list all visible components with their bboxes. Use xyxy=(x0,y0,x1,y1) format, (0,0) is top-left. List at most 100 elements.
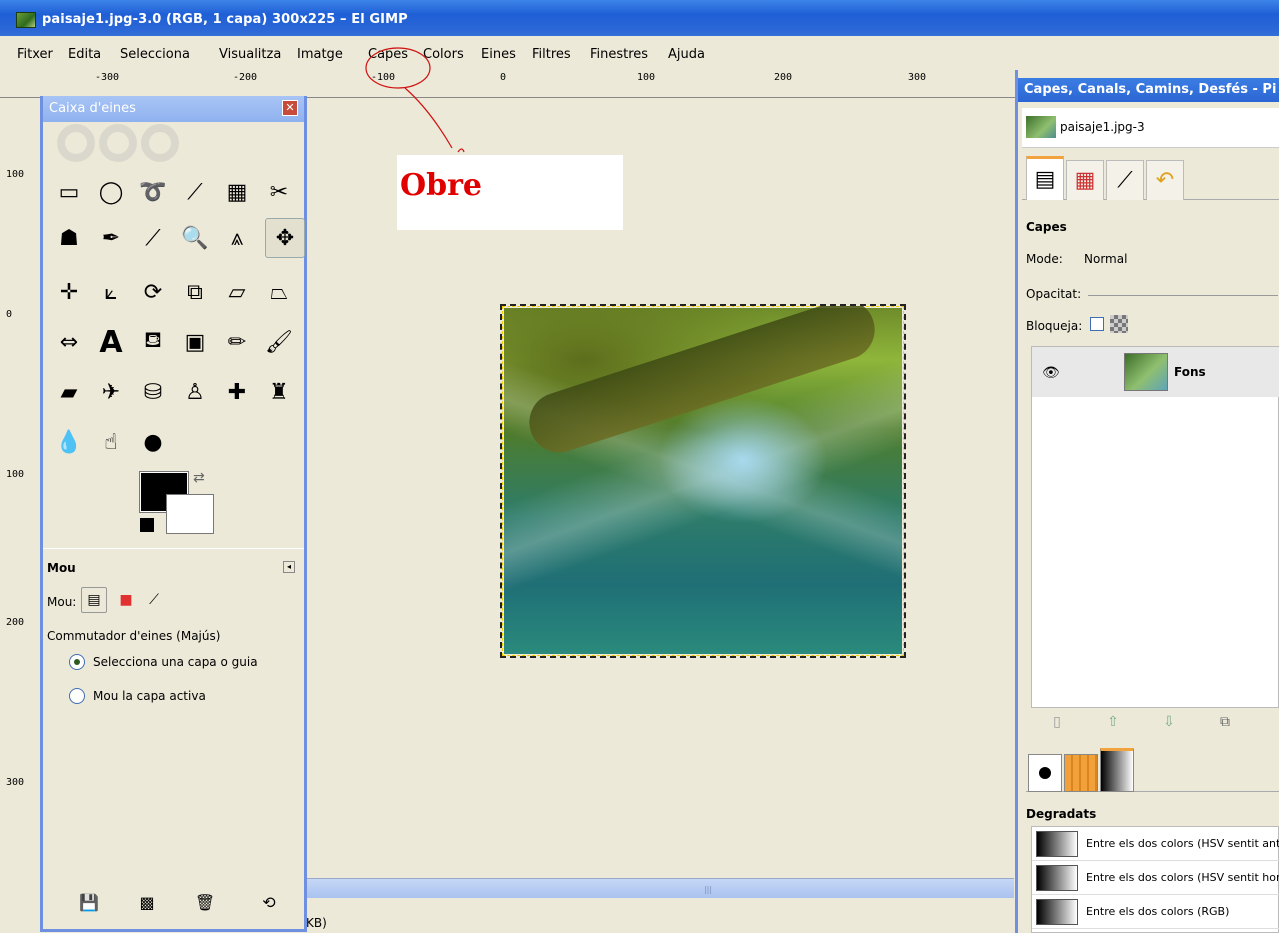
tab-brushes[interactable] xyxy=(1028,754,1062,792)
crop-icon[interactable]: ⟀ xyxy=(91,272,131,312)
flip-icon[interactable]: ⇔ xyxy=(49,322,89,362)
pencil-icon[interactable]: ✏ xyxy=(217,322,257,362)
color-picker-icon[interactable]: ⟋ xyxy=(133,218,173,258)
ruler-label: 300 xyxy=(908,72,927,83)
paths-icon[interactable]: ✒ xyxy=(91,218,131,258)
menu-finestres[interactable]: Finestres xyxy=(590,47,648,62)
image-selector[interactable]: paisaje1.jpg-3 xyxy=(1022,108,1279,148)
horizontal-ruler[interactable]: -300 -200 -100 0 100 200 300 xyxy=(0,68,1020,156)
menu-edita[interactable]: Edita xyxy=(68,47,101,62)
move-icon[interactable]: ✥ xyxy=(265,218,305,258)
save-icon[interactable]: 💾 xyxy=(77,890,101,914)
ellipse-select-icon[interactable]: ◯ xyxy=(91,172,131,212)
scale-icon[interactable]: ⧉ xyxy=(175,272,215,312)
gradient-row[interactable]: Entre els dos colors (HSV sentit hor xyxy=(1032,861,1279,895)
bucket-fill-icon[interactable]: ⛾ xyxy=(133,322,173,362)
tab-undo[interactable]: ↶ xyxy=(1146,160,1184,200)
image-canvas[interactable] xyxy=(500,304,906,658)
horizontal-scrollbar[interactable]: ||| xyxy=(306,878,1014,898)
duplicate-layer-icon[interactable]: ⧉ xyxy=(1215,712,1235,732)
gradient-row[interactable]: Entre els dos colors (HSV sentit ant xyxy=(1032,827,1279,861)
tab-layers[interactable]: ▤ xyxy=(1026,156,1064,200)
eraser-icon[interactable]: ▰ xyxy=(49,372,89,412)
toolbox-footer: 💾 ▩ 🗑 ⟲ xyxy=(43,876,304,926)
dodge-burn-icon[interactable]: ● xyxy=(133,422,173,462)
opacity-slider[interactable] xyxy=(1088,295,1278,296)
lock-pixels-checkbox[interactable] xyxy=(1090,317,1104,331)
heal-icon[interactable]: ✚ xyxy=(217,372,257,412)
rotate-icon[interactable]: ⟳ xyxy=(133,272,173,312)
perspective-clone-icon[interactable]: ♜ xyxy=(259,372,299,412)
fuzzy-select-icon[interactable]: ⟋ xyxy=(175,172,215,212)
reset-icon[interactable]: ⟲ xyxy=(257,890,281,914)
free-select-icon[interactable]: ➰ xyxy=(133,172,173,212)
lower-layer-icon[interactable]: ⇩ xyxy=(1159,712,1179,732)
gradients-list[interactable]: Entre els dos colors (HSV sentit ant Ent… xyxy=(1031,826,1279,933)
measure-icon[interactable]: ⩓ xyxy=(217,218,257,258)
ruler-label: -300 xyxy=(95,72,120,83)
layers-list[interactable]: 👁 Fons xyxy=(1031,346,1279,708)
layer-row[interactable]: 👁 Fons xyxy=(1032,347,1279,397)
move-layer-mode-button[interactable]: ▤ xyxy=(81,587,107,613)
collapse-arrow-icon[interactable]: ◂ xyxy=(283,561,295,573)
radio-pick-layer-label[interactable]: Selecciona una capa o guia xyxy=(93,655,258,669)
menu-fitxer[interactable]: Fitxer xyxy=(17,47,53,62)
menu-imatge[interactable]: Imatge xyxy=(297,47,343,62)
move-mode-label: Mou: xyxy=(47,595,77,609)
raise-layer-icon[interactable]: ⇧ xyxy=(1103,712,1123,732)
shear-icon[interactable]: ▱ xyxy=(217,272,257,312)
text-icon[interactable]: A xyxy=(91,322,131,362)
wilber-logo xyxy=(57,124,287,164)
reset-colors-icon[interactable] xyxy=(140,518,154,532)
menu-capes[interactable]: Capes xyxy=(368,47,408,62)
radio-move-active-layer[interactable] xyxy=(69,688,85,704)
tab-channels[interactable]: ▦ xyxy=(1066,160,1104,200)
move-path-mode-button[interactable]: ⟋ xyxy=(141,587,167,613)
blend-icon[interactable]: ▣ xyxy=(175,322,215,362)
mode-select[interactable]: Normal xyxy=(1084,252,1127,266)
window-title: paisaje1.jpg-3.0 (RGB, 1 capa) 300x225 –… xyxy=(42,12,408,27)
radio-move-active-layer-label[interactable]: Mou la capa activa xyxy=(93,689,206,703)
rect-select-icon[interactable]: ▭ xyxy=(49,172,89,212)
smudge-icon[interactable]: ☝ xyxy=(91,422,131,462)
menu-selecciona[interactable]: Selecciona xyxy=(120,47,190,62)
gradient-row[interactable]: Entre els dos colors (RGB) xyxy=(1032,895,1279,929)
menu-filtres[interactable]: Filtres xyxy=(532,47,571,62)
clone-icon[interactable]: ♙ xyxy=(175,372,215,412)
paintbrush-icon[interactable]: 🖌 xyxy=(259,322,299,362)
menu-ajuda[interactable]: Ajuda xyxy=(668,47,705,62)
align-icon[interactable]: ✛ xyxy=(49,272,89,312)
perspective-icon[interactable]: ⏢ xyxy=(259,272,299,312)
scrollbar-grip-icon[interactable]: ||| xyxy=(701,885,715,894)
foreground-select-icon[interactable]: ☗ xyxy=(49,218,89,258)
vertical-ruler[interactable]: 100 0 100 200 300 xyxy=(0,98,40,933)
toolbox-window: Caixa d'eines ✕ ▭ ◯ ➰ ⟋ ▦ ✂ ☗ ✒ ⟋ 🔍 ⩓ ✥ … xyxy=(40,96,307,932)
select-by-color-icon[interactable]: ▦ xyxy=(217,172,257,212)
swap-colors-icon[interactable]: ⇄ xyxy=(193,470,205,486)
layer-name[interactable]: Fons xyxy=(1174,365,1206,379)
blur-icon[interactable]: 💧 xyxy=(49,422,89,462)
radio-pick-layer[interactable] xyxy=(69,654,85,670)
opacity-label: Opacitat: xyxy=(1026,287,1082,301)
ruler-label: 300 xyxy=(6,777,25,788)
gradient-swatch xyxy=(1036,899,1078,925)
delete-icon[interactable]: 🗑 xyxy=(193,890,217,914)
tab-patterns[interactable] xyxy=(1064,754,1098,792)
menu-colors[interactable]: Colors xyxy=(423,47,464,62)
new-layer-icon[interactable]: ▯ xyxy=(1047,712,1067,732)
eye-icon[interactable]: 👁 xyxy=(1042,365,1060,381)
menu-eines[interactable]: Eines xyxy=(481,47,516,62)
close-icon[interactable]: ✕ xyxy=(282,100,298,116)
background-color-swatch[interactable] xyxy=(166,494,214,534)
gradient-name: Entre els dos colors (RGB) xyxy=(1086,905,1230,918)
move-selection-mode-button[interactable]: ■ xyxy=(113,587,139,613)
restore-icon[interactable]: ▩ xyxy=(135,890,159,914)
tab-paths[interactable]: ⟋ xyxy=(1106,160,1144,200)
airbrush-icon[interactable]: ✈ xyxy=(91,372,131,412)
ink-icon[interactable]: ⛁ xyxy=(133,372,173,412)
zoom-icon[interactable]: 🔍 xyxy=(175,218,215,258)
lock-alpha-icon[interactable] xyxy=(1110,315,1128,333)
tab-gradients[interactable] xyxy=(1100,748,1134,792)
menu-visualitza[interactable]: Visualitza xyxy=(219,47,281,62)
scissors-icon[interactable]: ✂ xyxy=(259,172,299,212)
